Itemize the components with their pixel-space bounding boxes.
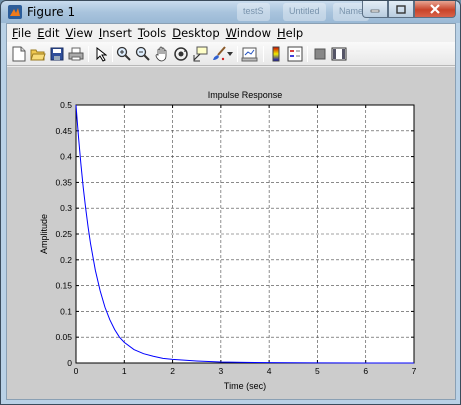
x-tick-label: 4 [267, 366, 272, 376]
toolbar-separator [263, 46, 264, 62]
brush-dropdown-icon [227, 52, 233, 56]
brush-dropdown-button[interactable] [226, 45, 234, 63]
menu-help-mnemonic: H [277, 26, 286, 40]
menu-edit-label: dit [44, 26, 60, 40]
menu-edit[interactable]: Edit [34, 26, 62, 40]
menu-bar: File Edit View Insert Tools Desktop Wind… [7, 24, 455, 42]
x-tick-label: 6 [363, 366, 368, 376]
menu-window[interactable]: Window [223, 26, 274, 40]
open-file-icon [30, 49, 46, 61]
data-cursor-icon [193, 46, 208, 62]
y-tick-label: 0.2 [60, 255, 72, 265]
data-cursor-button[interactable] [191, 45, 209, 63]
menu-view[interactable]: View [63, 26, 96, 40]
menu-tools-label: ools [142, 26, 167, 40]
figure-window: Figure 1 testS Untitled Name File Edit V… [0, 0, 461, 405]
chart-title: Impulse Response [208, 90, 283, 100]
menu-file[interactable]: File [9, 26, 34, 40]
y-tick-label: 0.5 [60, 100, 72, 110]
menu-file-label: ile [17, 26, 32, 40]
menu-help[interactable]: Help [274, 26, 306, 40]
new-figure-icon [12, 46, 26, 62]
impulse-response-plot[interactable]: 0 1 2 3 4 5 6 7 0 0.05 0.1 0.15 0.2 0.25 0.3 0.35 0.4 0.… [7, 67, 455, 399]
zoom-out-icon [135, 46, 150, 61]
x-tick-label: 7 [412, 366, 417, 376]
colorbar-button[interactable] [267, 45, 285, 63]
zoom-out-button[interactable] [134, 45, 152, 63]
rotate-3d-button[interactable] [172, 45, 190, 63]
x-tick-label: 5 [315, 366, 320, 376]
link-plot-icon [241, 47, 258, 62]
menu-desktop[interactable]: Desktop [169, 26, 222, 40]
minimize-button[interactable] [362, 1, 388, 18]
print-icon [68, 47, 84, 61]
toolbar-separator [237, 46, 238, 62]
menu-help-label: elp [285, 26, 304, 40]
x-tick-label: 1 [122, 366, 127, 376]
hide-plot-tools-button[interactable] [311, 45, 329, 63]
y-tick-label: 0 [67, 358, 72, 368]
menu-tools[interactable]: Tools [135, 26, 169, 40]
pan-button[interactable] [153, 45, 171, 63]
background-tab: testS [237, 3, 270, 21]
y-tick-label: 0.1 [60, 306, 72, 316]
select-arrow-icon [96, 46, 107, 62]
zoom-in-button[interactable] [115, 45, 133, 63]
x-tick-label: 2 [170, 366, 175, 376]
matlab-logo-icon [8, 5, 22, 19]
menu-window-mnemonic: W [225, 26, 237, 40]
figure-client-area: File Edit View Insert Tools Desktop Wind… [6, 23, 456, 400]
close-icon [430, 4, 440, 14]
open-file-button[interactable] [29, 45, 47, 63]
y-tick-label: 0.4 [60, 152, 72, 162]
legend-button[interactable] [286, 45, 304, 63]
legend-icon [287, 46, 303, 62]
pan-hand-icon [155, 46, 167, 62]
select-arrow-button[interactable] [92, 45, 110, 63]
save-icon [50, 47, 64, 61]
hide-plot-tools-icon [314, 48, 326, 60]
link-plot-button[interactable] [241, 45, 259, 63]
save-button[interactable] [48, 45, 66, 63]
x-tick-label: 0 [74, 366, 79, 376]
y-tick-label: 0.15 [55, 281, 72, 291]
title-bar[interactable]: Figure 1 testS Untitled Name [1, 1, 460, 23]
new-figure-button[interactable] [10, 45, 28, 63]
x-axis-label: Time (sec) [224, 381, 266, 391]
background-tab: Untitled [283, 3, 326, 21]
close-button[interactable] [414, 1, 456, 18]
maximize-icon [396, 4, 406, 14]
x-tick-label: 3 [218, 366, 223, 376]
toolbar-separator [88, 46, 89, 62]
colorbar-icon [272, 46, 280, 62]
y-axis-label: Amplitude [39, 214, 49, 254]
y-tick-label: 0.05 [55, 332, 72, 342]
maximize-button[interactable] [388, 1, 414, 18]
toolbar-separator [307, 46, 308, 62]
toolbar-separator [112, 46, 113, 62]
show-plot-tools-icon [331, 47, 347, 61]
figure-canvas: 0 1 2 3 4 5 6 7 0 0.05 0.1 0.15 0.2 0.25 0.3 0.35 0.4 0.… [7, 67, 455, 399]
brush-icon [213, 46, 226, 61]
y-tick-label: 0.25 [55, 229, 72, 239]
show-plot-tools-button[interactable] [330, 45, 348, 63]
menu-desktop-mnemonic: D [172, 26, 182, 40]
minimize-icon [370, 9, 380, 13]
print-button[interactable] [67, 45, 85, 63]
menu-edit-mnemonic: E [37, 26, 45, 40]
y-tick-label: 0.35 [55, 177, 72, 187]
menu-desktop-label: esktop [181, 26, 220, 40]
figure-toolbar [7, 42, 455, 66]
menu-view-label: iew [73, 26, 93, 40]
window-title: Figure 1 [27, 5, 76, 19]
y-tick-label: 0.3 [60, 203, 72, 213]
menu-window-label: indow [236, 26, 271, 40]
menu-insert[interactable]: Insert [96, 26, 135, 40]
zoom-in-icon [116, 46, 131, 61]
y-tick-label: 0.45 [55, 126, 72, 136]
menu-insert-label: nsert [102, 26, 132, 40]
rotate-3d-icon [174, 47, 188, 61]
